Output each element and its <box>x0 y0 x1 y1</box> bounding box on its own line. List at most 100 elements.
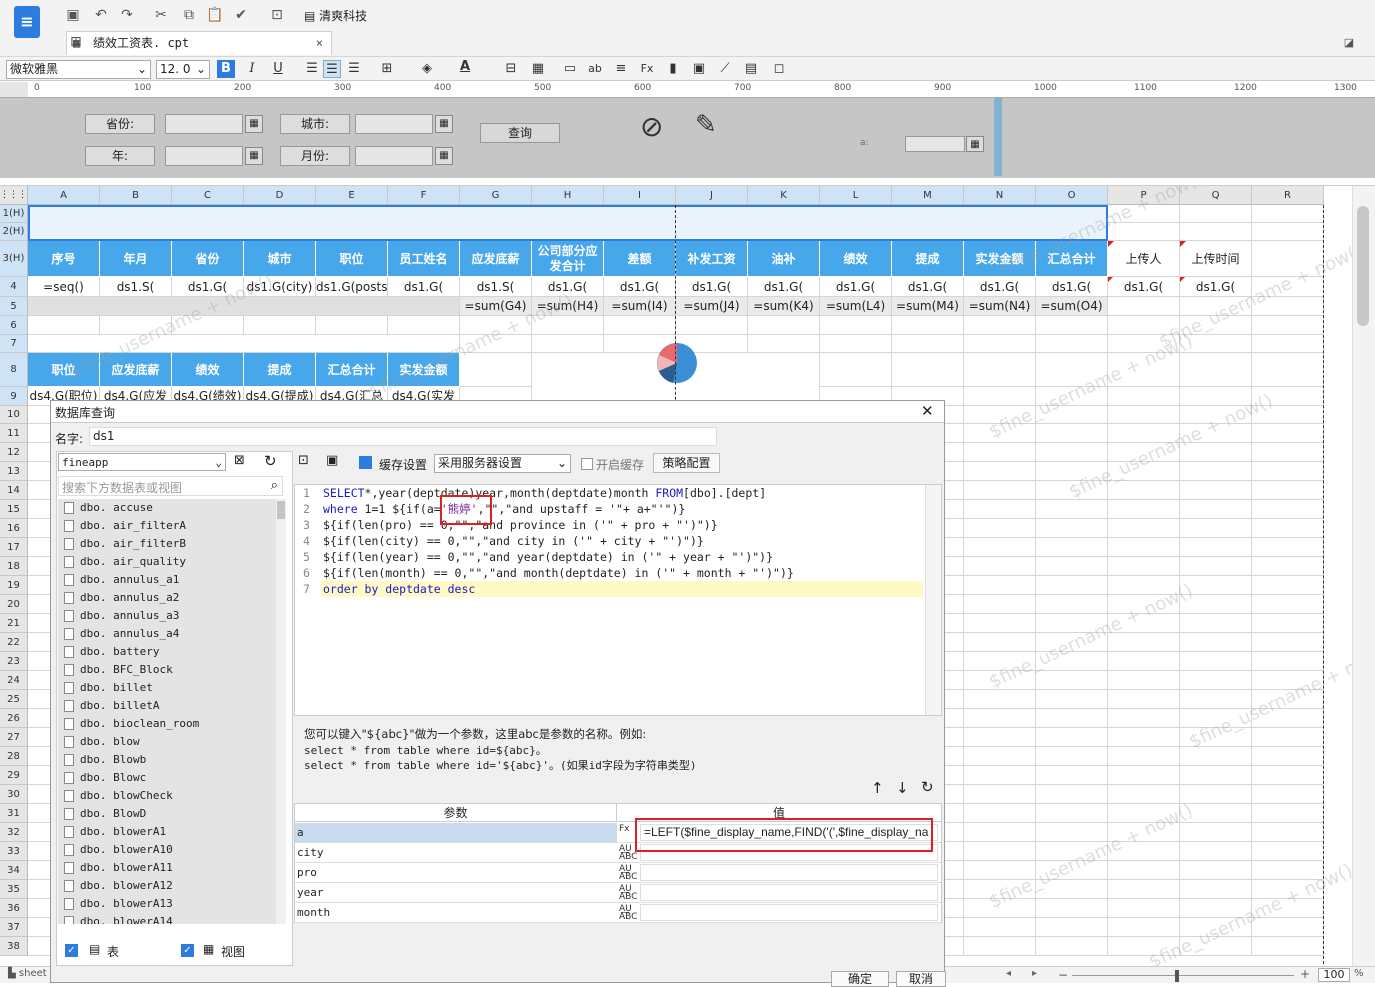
grid-cell[interactable] <box>892 353 964 387</box>
grid-cell[interactable] <box>964 519 1036 538</box>
grid-cell[interactable] <box>1036 614 1108 633</box>
sheet-tab[interactable]: ▙ sheet <box>8 968 47 979</box>
formula-icon[interactable]: Fx <box>638 60 656 78</box>
grid-cell[interactable] <box>1108 481 1180 500</box>
row-header[interactable]: 32 <box>0 823 28 842</box>
grid-cell[interactable] <box>1252 519 1324 538</box>
grid-cell[interactable] <box>460 335 532 353</box>
grid-cell[interactable] <box>1180 937 1252 956</box>
grid-cell[interactable] <box>1036 353 1108 387</box>
grid-cell[interactable] <box>1252 500 1324 519</box>
row-header[interactable]: 1(H) <box>0 205 28 223</box>
grid-cell[interactable] <box>1180 614 1252 633</box>
grid-cell[interactable] <box>1180 728 1252 747</box>
table-list-item[interactable]: dbo. annulus_a2 <box>58 589 276 607</box>
grid-cell[interactable] <box>316 316 388 335</box>
grid-view-icon[interactable]: ⊞ <box>70 34 82 50</box>
grid-cell[interactable] <box>1036 335 1108 353</box>
calendar-icon[interactable]: ▦ <box>966 136 984 152</box>
query-button[interactable]: 查询 <box>480 123 560 143</box>
table-list-item[interactable]: dbo. annulus_a3 <box>58 607 276 625</box>
grid-cell[interactable] <box>964 766 1036 785</box>
grid-cell[interactable] <box>964 671 1036 690</box>
grid-cell[interactable] <box>1108 652 1180 671</box>
grid-cell[interactable] <box>964 462 1036 481</box>
data-cell[interactable]: ds1.S( <box>100 277 172 297</box>
grid-cell[interactable] <box>1252 353 1324 387</box>
header-cell[interactable]: 年月 <box>100 241 172 277</box>
dialog-close-icon[interactable]: ✕ <box>921 402 934 420</box>
save-icon[interactable]: ▣ <box>64 6 82 24</box>
grid-cell[interactable] <box>1108 690 1180 709</box>
data-cell[interactable]: ds1.G( <box>172 277 244 297</box>
table-list-item[interactable]: dbo. BlowD <box>58 805 276 823</box>
zoom-value[interactable]: 100 <box>1318 968 1350 982</box>
grid-cell[interactable] <box>1180 785 1252 804</box>
sub-report-icon[interactable]: ▤ <box>742 60 760 78</box>
grid-cell[interactable] <box>1108 205 1180 223</box>
pivot-header-cell[interactable]: 绩效 <box>172 353 244 387</box>
grid-cell[interactable] <box>1036 462 1108 481</box>
edit-pencil-icon[interactable]: ✎ <box>695 110 717 140</box>
grid-cell[interactable] <box>1036 690 1108 709</box>
header-cell[interactable]: 城市 <box>244 241 316 277</box>
grid-cell[interactable] <box>964 861 1036 880</box>
slash-icon[interactable]: ⟋ <box>716 60 734 78</box>
pivot-header-cell[interactable]: 实发金额 <box>388 353 460 387</box>
row-header[interactable]: 26 <box>0 709 28 728</box>
table-list-item[interactable]: dbo. air_filterB <box>58 535 276 553</box>
grid-cell[interactable] <box>964 747 1036 766</box>
datasource-select[interactable]: fineapp ⌄ <box>58 453 226 471</box>
row-header[interactable]: 16 <box>0 519 28 538</box>
column-header[interactable]: R <box>1252 186 1324 205</box>
grid-cell[interactable] <box>1180 842 1252 861</box>
grid-cell[interactable] <box>964 424 1036 443</box>
insert-row-icon[interactable]: ▭ <box>561 60 579 78</box>
grid-cell[interactable] <box>1108 823 1180 842</box>
refresh-params-icon[interactable]: ↻ <box>921 778 934 796</box>
table-search-input[interactable]: 搜索下方数据表或视图 ⌕ <box>58 476 283 496</box>
grid-cell[interactable] <box>1252 652 1324 671</box>
column-header[interactable]: Q <box>1180 186 1252 205</box>
row-header[interactable]: 14 <box>0 481 28 500</box>
grid-cell[interactable] <box>1252 880 1324 899</box>
grid-cell[interactable] <box>964 595 1036 614</box>
grid-cell[interactable] <box>1108 880 1180 899</box>
grid-cell[interactable] <box>1252 690 1324 709</box>
param-name[interactable]: city <box>295 843 617 862</box>
grid-cell[interactable] <box>1036 424 1108 443</box>
ok-button[interactable]: 确定 <box>831 971 889 987</box>
grid-cell[interactable] <box>1252 316 1324 335</box>
grid-cell[interactable] <box>1180 335 1252 353</box>
data-cell[interactable]: ds1.G( <box>388 277 460 297</box>
show-table-checkbox[interactable]: ✓ <box>65 944 78 957</box>
grid-cell[interactable] <box>1108 557 1180 576</box>
table-list-item[interactable]: dbo. blowerA14 <box>58 913 276 924</box>
grid-cell[interactable] <box>964 880 1036 899</box>
grid-cell[interactable] <box>1036 652 1108 671</box>
row-header[interactable]: 3(H) <box>0 241 28 277</box>
grid-cell[interactable] <box>1036 804 1108 823</box>
header-cell[interactable]: 油补 <box>748 241 820 277</box>
column-header[interactable]: J <box>676 186 748 205</box>
row-header[interactable]: 22 <box>0 633 28 652</box>
table-list-item[interactable]: dbo. Blowc <box>58 769 276 787</box>
calendar-icon[interactable]: ▦ <box>435 115 453 133</box>
grid-cell[interactable] <box>100 316 172 335</box>
grid-cell[interactable] <box>1036 633 1108 652</box>
close-tab-icon[interactable]: × <box>316 32 323 54</box>
row-header[interactable]: 27 <box>0 728 28 747</box>
row-header[interactable]: 6 <box>0 316 28 335</box>
grid-cell[interactable] <box>1036 557 1108 576</box>
column-header[interactable]: E <box>316 186 388 205</box>
grid-cell[interactable] <box>1108 766 1180 785</box>
grid-cell[interactable] <box>964 785 1036 804</box>
copy-icon[interactable]: ⧉ <box>180 6 198 24</box>
sql-scrollbar[interactable] <box>925 485 941 715</box>
pivot-title-cell[interactable] <box>28 335 460 353</box>
grid-cell[interactable] <box>1180 766 1252 785</box>
table-list-item[interactable]: dbo. accuse <box>58 499 276 517</box>
header-cell[interactable]: 实发金额 <box>964 241 1036 277</box>
data-cell[interactable]: ds1.G( <box>604 277 676 297</box>
header-cell[interactable]: 应发底薪 <box>460 241 532 277</box>
